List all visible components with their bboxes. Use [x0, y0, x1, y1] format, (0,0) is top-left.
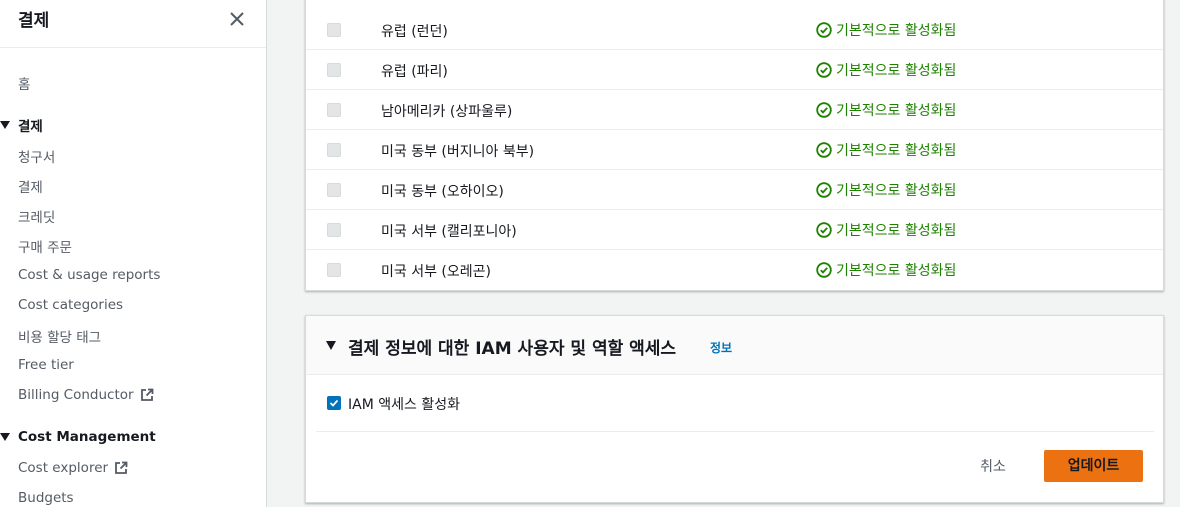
status-text: 기본적으로 활성화됨: [836, 63, 957, 79]
update-button[interactable]: 업데이트: [1044, 450, 1143, 482]
sidebar-item-credits[interactable]: 크레딧: [18, 206, 55, 226]
cancel-button[interactable]: 취소: [972, 451, 1014, 483]
sidebar-item-label: Cost explorer: [18, 460, 109, 476]
region-name: 유럽 (런던): [381, 24, 448, 40]
iam-panel-title[interactable]: 결제 정보에 대한 IAM 사용자 및 역할 액세스: [348, 334, 676, 359]
iam-panel-header: 결제 정보에 대한 IAM 사용자 및 역할 액세스 정보: [306, 316, 1163, 375]
check-circle-icon: [816, 222, 832, 238]
sidebar-section-label: Cost Management: [18, 429, 156, 445]
sidebar-item-cost-explorer[interactable]: Cost explorer: [18, 460, 128, 476]
close-icon[interactable]: [228, 10, 246, 28]
check-circle-icon: [816, 182, 832, 198]
table-row: 미국 서부 (캘리포니아) 기본적으로 활성화됨: [306, 210, 1163, 250]
sidebar-item-billing-conductor[interactable]: Billing Conductor: [18, 387, 154, 403]
region-checkbox: [327, 183, 341, 197]
status-text: 기본적으로 활성화됨: [836, 103, 957, 119]
table-row: 유럽 (런던) 기본적으로 활성화됨: [306, 10, 1163, 50]
status-badge: 기본적으로 활성화됨: [816, 140, 956, 160]
sidebar-item-free-tier[interactable]: Free tier: [18, 357, 74, 373]
sidebar-item-cost-usage-reports[interactable]: Cost & usage reports: [18, 267, 160, 283]
regions-table: 유럽 (런던) 기본적으로 활성화됨 유럽 (파리) 기본적으로 활성화됨 남아…: [305, 0, 1164, 291]
check-circle-icon: [816, 262, 832, 278]
region-checkbox: [327, 23, 341, 37]
region-name: 남아메리카 (상파울루): [381, 104, 513, 120]
iam-access-checkbox-label[interactable]: IAM 액세스 활성화: [348, 394, 460, 414]
status-text: 기본적으로 활성화됨: [836, 143, 957, 159]
region-checkbox: [327, 103, 341, 117]
region-name: 미국 서부 (캘리포니아): [381, 224, 517, 240]
region-name: 미국 동부 (버지니아 북부): [381, 144, 535, 160]
region-checkbox: [327, 223, 341, 237]
table-row: 유럽 (파리) 기본적으로 활성화됨: [306, 50, 1163, 90]
status-text: 기본적으로 활성화됨: [836, 183, 957, 199]
sidebar-item-budgets[interactable]: Budgets: [18, 490, 74, 506]
status-badge: 기본적으로 활성화됨: [816, 260, 956, 280]
external-link-icon: [115, 461, 128, 474]
sidebar-item-cost-allocation-tags[interactable]: 비용 할당 태그: [18, 326, 101, 346]
sidebar-item-label: Billing Conductor: [18, 387, 134, 403]
sidebar-item-invoices[interactable]: 청구서: [18, 146, 55, 166]
status-text: 기본적으로 활성화됨: [836, 223, 957, 239]
iam-access-panel: 결제 정보에 대한 IAM 사용자 및 역할 액세스 정보 IAM 액세스 활성…: [305, 315, 1164, 503]
region-checkbox: [327, 143, 341, 157]
iam-access-checkbox[interactable]: [327, 396, 341, 410]
external-link-icon: [140, 388, 153, 401]
sidebar-title: 결제: [18, 11, 50, 31]
sidebar-item-payments[interactable]: 결제: [18, 176, 43, 196]
table-row: 남아메리카 (상파울루) 기본적으로 활성화됨: [306, 90, 1163, 130]
caret-down-icon: [0, 433, 10, 441]
table-row: 미국 서부 (오레곤) 기본적으로 활성화됨: [306, 250, 1163, 290]
status-badge: 기본적으로 활성화됨: [816, 100, 956, 120]
status-badge: 기본적으로 활성화됨: [816, 20, 956, 40]
caret-down-icon[interactable]: [326, 341, 336, 350]
status-text: 기본적으로 활성화됨: [836, 263, 957, 279]
status-text: 기본적으로 활성화됨: [836, 23, 957, 39]
status-badge: 기본적으로 활성화됨: [816, 220, 956, 240]
region-checkbox: [327, 263, 341, 277]
sidebar-item-cost-categories[interactable]: Cost categories: [18, 297, 123, 313]
divider: [316, 431, 1154, 432]
sidebar-section-cost-management[interactable]: Cost Management: [0, 429, 156, 445]
sidebar-section-billing[interactable]: 결제: [0, 115, 43, 135]
caret-down-icon: [0, 121, 10, 129]
sidebar-item-home[interactable]: 홈: [18, 73, 30, 93]
check-circle-icon: [816, 142, 832, 158]
check-circle-icon: [816, 102, 832, 118]
checkmark-icon: [329, 399, 339, 407]
sidebar: 결제 홈 결제 청구서 결제 크레딧 구매 주문 Cost & usage re…: [0, 0, 267, 507]
status-badge: 기본적으로 활성화됨: [816, 60, 956, 80]
region-name: 미국 서부 (오레곤): [381, 264, 491, 280]
sidebar-header: 결제: [0, 0, 266, 48]
check-circle-icon: [816, 62, 832, 78]
info-link[interactable]: 정보: [710, 339, 732, 356]
region-name: 미국 동부 (오하이오): [381, 184, 504, 200]
table-row: 미국 동부 (버지니아 북부) 기본적으로 활성화됨: [306, 130, 1163, 170]
region-checkbox: [327, 63, 341, 77]
sidebar-item-purchase-orders[interactable]: 구매 주문: [18, 236, 72, 256]
sidebar-section-label: 결제: [18, 119, 43, 135]
check-circle-icon: [816, 22, 832, 38]
table-row: 미국 동부 (오하이오) 기본적으로 활성화됨: [306, 170, 1163, 210]
region-name: 유럽 (파리): [381, 64, 448, 80]
status-badge: 기본적으로 활성화됨: [816, 180, 956, 200]
